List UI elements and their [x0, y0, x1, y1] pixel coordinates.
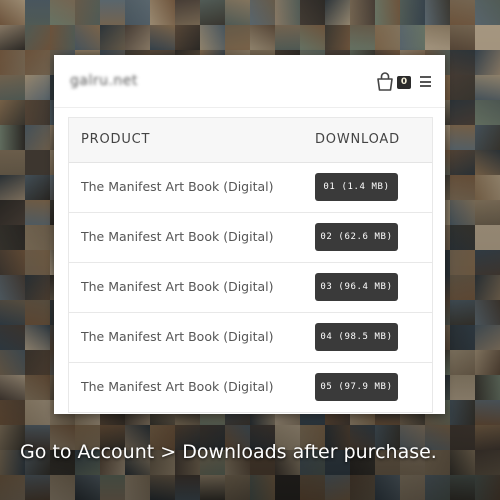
product-name[interactable]: The Manifest Art Book (Digital) — [81, 229, 273, 244]
product-name[interactable]: The Manifest Art Book (Digital) — [81, 329, 273, 344]
column-header-product: PRODUCT — [81, 132, 151, 147]
downloads-table: PRODUCT DOWNLOAD The Manifest Art Book (… — [68, 117, 433, 413]
instruction-caption: Go to Account > Downloads after purchase… — [20, 441, 437, 463]
shopping-bag-icon[interactable] — [374, 71, 396, 93]
download-button[interactable]: 04 (98.5 MB) — [315, 323, 398, 351]
hamburger-menu-icon[interactable] — [420, 76, 431, 87]
cart-count-badge: 0 — [397, 76, 411, 89]
table-row: The Manifest Art Book (Digital) 01 (1.4 … — [69, 163, 432, 213]
site-logo[interactable]: galru.net — [70, 73, 138, 89]
table-row: The Manifest Art Book (Digital) 05 (97.9… — [69, 363, 432, 413]
downloads-card: galru.net 0 PRODUCT DOWNLOAD The Manifes… — [54, 55, 445, 414]
download-button[interactable]: 03 (96.4 MB) — [315, 273, 398, 301]
product-name[interactable]: The Manifest Art Book (Digital) — [81, 379, 273, 394]
table-row: The Manifest Art Book (Digital) 03 (96.4… — [69, 263, 432, 313]
table-row: The Manifest Art Book (Digital) 02 (62.6… — [69, 213, 432, 263]
download-button[interactable]: 02 (62.6 MB) — [315, 223, 398, 251]
column-header-download: DOWNLOAD — [315, 132, 400, 147]
site-header: galru.net 0 — [54, 55, 445, 108]
download-button[interactable]: 01 (1.4 MB) — [315, 173, 398, 201]
product-name[interactable]: The Manifest Art Book (Digital) — [81, 279, 273, 294]
table-header: PRODUCT DOWNLOAD — [69, 118, 432, 163]
table-row: The Manifest Art Book (Digital) 04 (98.5… — [69, 313, 432, 363]
product-name[interactable]: The Manifest Art Book (Digital) — [81, 179, 273, 194]
download-button[interactable]: 05 (97.9 MB) — [315, 373, 398, 401]
